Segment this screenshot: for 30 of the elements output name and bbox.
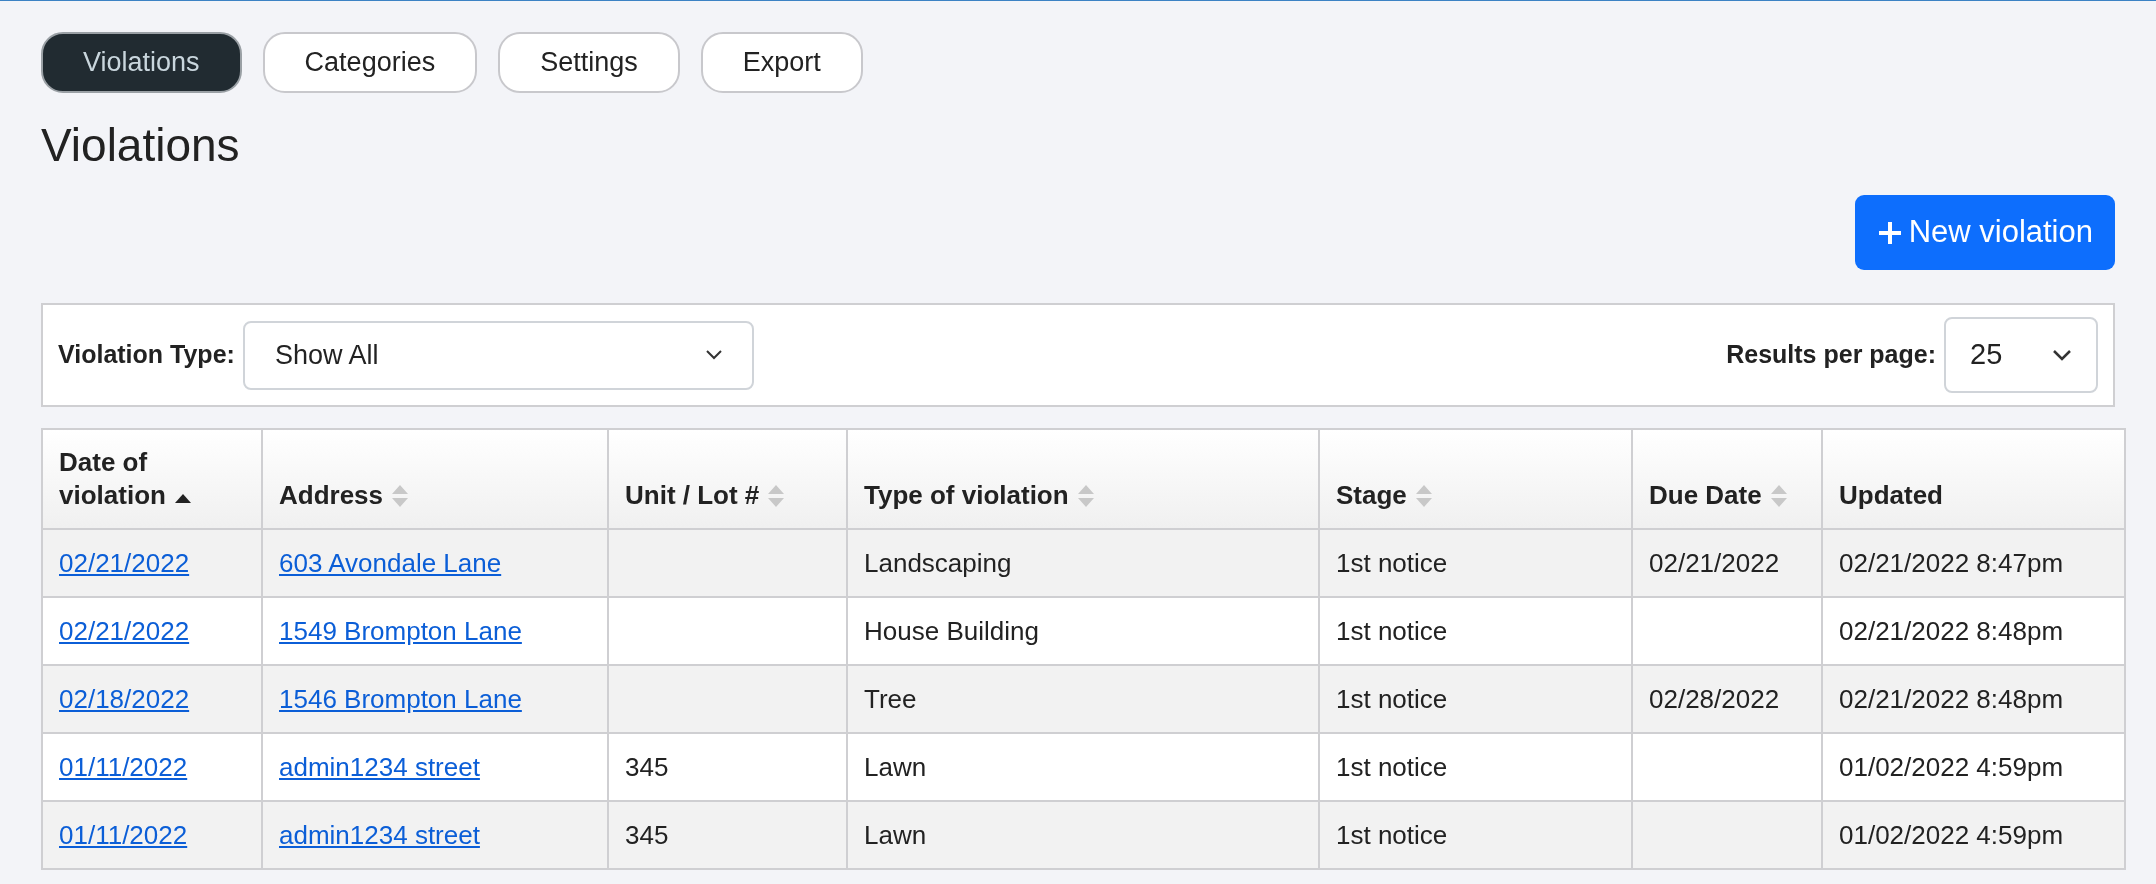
violation-type-dropdown[interactable]: Show All — [242, 320, 754, 390]
results-per-page-label: Results per page: — [1726, 339, 1936, 371]
new-violation-button[interactable]: New violation — [1854, 195, 2115, 270]
column-header[interactable]: Stage — [1319, 429, 1632, 529]
sort-icon[interactable] — [391, 483, 410, 509]
sort-icon[interactable] — [1076, 483, 1095, 509]
plus-icon — [1876, 219, 1903, 246]
sort-icon[interactable] — [1414, 483, 1433, 509]
chevron-down-icon — [705, 350, 722, 360]
sort-icon[interactable] — [1769, 483, 1788, 509]
sort-icon[interactable] — [767, 483, 786, 509]
chevron-down-icon — [2052, 349, 2072, 361]
violation-type-label: Violation Type: — [58, 339, 235, 371]
table-cell: Lawn — [847, 801, 1319, 869]
column-header[interactable]: Updated — [1822, 429, 2125, 529]
column-header[interactable]: Type of violation — [847, 429, 1319, 529]
column-header[interactable]: Due Date — [1632, 429, 1822, 529]
tab[interactable]: Export — [700, 32, 863, 93]
results-per-page-dropdown[interactable]: 25 — [1944, 317, 2098, 393]
sort-ascending-icon[interactable] — [173, 492, 192, 504]
tab[interactable]: Categories — [262, 32, 478, 93]
table-cell: 345 — [608, 801, 847, 869]
column-header[interactable]: Date of violation — [42, 429, 262, 529]
column-header[interactable]: Unit / Lot # — [608, 429, 847, 529]
column-header[interactable]: Address — [262, 429, 608, 529]
tab[interactable]: Settings — [498, 32, 680, 93]
tab[interactable]: Violations — [41, 32, 242, 93]
table-cell: 01/02/2022 4:59pm — [1822, 801, 2125, 869]
table-cell: 1st notice — [1319, 801, 1632, 869]
page-heading: Violations — [41, 118, 241, 173]
